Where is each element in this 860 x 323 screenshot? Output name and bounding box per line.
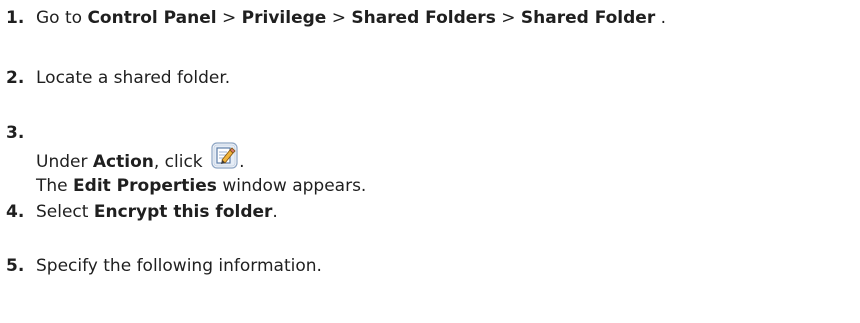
step-text: Specify the following information. (36, 256, 322, 276)
menu-path-privilege: Privilege (241, 8, 327, 28)
menu-path-control-panel: Control Panel (87, 8, 217, 28)
step-text: window appears. (222, 176, 367, 196)
instruction-steps: 1. Go to Control Panel > Privilege > Shar… (0, 0, 860, 323)
step-2: 2. Locate a shared folder. (6, 66, 230, 90)
action-column-label: Action (92, 152, 154, 172)
path-separator: > (222, 8, 237, 28)
step-4: 4. Select Encrypt this folder. (6, 200, 278, 224)
step-text: The (36, 176, 68, 196)
step-number: 1. (6, 8, 25, 28)
step-text: Go to (36, 8, 83, 28)
step-number: 5. (6, 256, 25, 276)
step-text: Locate a shared folder. (36, 68, 231, 88)
step-text: , click (153, 152, 203, 172)
path-separator: > (331, 8, 346, 28)
step-end-period: . (272, 202, 278, 222)
menu-path-shared-folders: Shared Folders (351, 8, 496, 28)
menu-path-shared-folder: Shared Folder (520, 8, 656, 28)
edit-icon (211, 142, 238, 169)
step-5: 5. Specify the following information. (6, 254, 322, 278)
step-1: 1. Go to Control Panel > Privilege > Shar… (6, 6, 666, 30)
step-line-1: Under Action, click . (6, 121, 366, 174)
encrypt-option-name: Encrypt this folder (93, 202, 273, 222)
edit-properties-window-name: Edit Properties (73, 176, 217, 196)
step-number: 3. (6, 123, 25, 143)
step-text: Select (36, 202, 89, 222)
step-3: 3. Under Action, click . The Edit Proper… (6, 121, 366, 198)
step-number: 4. (6, 202, 25, 222)
path-separator: > (501, 8, 516, 28)
step-text: Under (36, 152, 88, 172)
step-end-period: . (660, 8, 667, 28)
step-result: The Edit Properties window appears. (6, 174, 366, 198)
step-end-period: . (239, 152, 245, 172)
step-number: 2. (6, 68, 25, 88)
